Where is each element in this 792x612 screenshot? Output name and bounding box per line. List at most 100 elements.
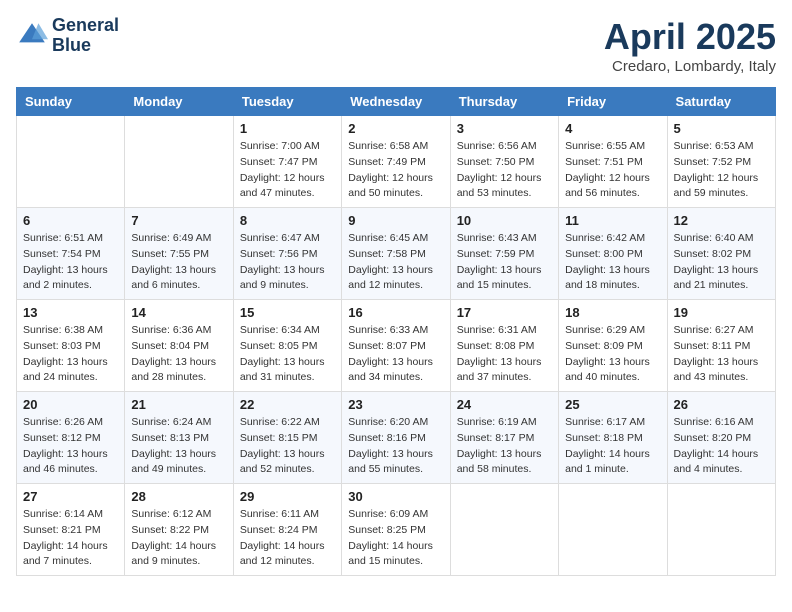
calendar-week-row: 6 Sunrise: 6:51 AM Sunset: 7:54 PM Dayli…: [17, 208, 776, 300]
day-number: 18: [565, 305, 660, 320]
calendar-cell: 19 Sunrise: 6:27 AM Sunset: 8:11 PM Dayl…: [667, 300, 775, 392]
day-info: Sunrise: 6:19 AM Sunset: 8:17 PM Dayligh…: [457, 415, 552, 478]
sunset-text: Sunset: 7:51 PM: [565, 156, 643, 168]
sunset-text: Sunset: 8:08 PM: [457, 340, 535, 352]
day-info: Sunrise: 6:16 AM Sunset: 8:20 PM Dayligh…: [674, 415, 769, 478]
daylight-text: Daylight: 14 hours and 4 minutes.: [674, 448, 759, 476]
day-info: Sunrise: 6:11 AM Sunset: 8:24 PM Dayligh…: [240, 507, 335, 570]
sunrise-text: Sunrise: 7:00 AM: [240, 140, 320, 152]
sunrise-text: Sunrise: 6:51 AM: [23, 232, 103, 244]
sunrise-text: Sunrise: 6:14 AM: [23, 508, 103, 520]
daylight-text: Daylight: 13 hours and 31 minutes.: [240, 356, 325, 384]
weekday-header: Tuesday: [233, 88, 341, 116]
day-number: 3: [457, 121, 552, 136]
daylight-text: Daylight: 13 hours and 21 minutes.: [674, 264, 759, 292]
daylight-text: Daylight: 13 hours and 46 minutes.: [23, 448, 108, 476]
calendar-cell: 6 Sunrise: 6:51 AM Sunset: 7:54 PM Dayli…: [17, 208, 125, 300]
weekday-header-row: SundayMondayTuesdayWednesdayThursdayFrid…: [17, 88, 776, 116]
day-info: Sunrise: 6:40 AM Sunset: 8:02 PM Dayligh…: [674, 231, 769, 294]
day-number: 10: [457, 213, 552, 228]
sunrise-text: Sunrise: 6:38 AM: [23, 324, 103, 336]
sunrise-text: Sunrise: 6:56 AM: [457, 140, 537, 152]
day-info: Sunrise: 6:26 AM Sunset: 8:12 PM Dayligh…: [23, 415, 118, 478]
day-number: 19: [674, 305, 769, 320]
day-number: 22: [240, 397, 335, 412]
daylight-text: Daylight: 13 hours and 6 minutes.: [131, 264, 216, 292]
day-info: Sunrise: 6:56 AM Sunset: 7:50 PM Dayligh…: [457, 139, 552, 202]
day-info: Sunrise: 6:31 AM Sunset: 8:08 PM Dayligh…: [457, 323, 552, 386]
sunrise-text: Sunrise: 6:22 AM: [240, 416, 320, 428]
calendar-cell: [125, 116, 233, 208]
daylight-text: Daylight: 14 hours and 1 minute.: [565, 448, 650, 476]
calendar-cell: 12 Sunrise: 6:40 AM Sunset: 8:02 PM Dayl…: [667, 208, 775, 300]
sunset-text: Sunset: 8:16 PM: [348, 432, 426, 444]
sunrise-text: Sunrise: 6:31 AM: [457, 324, 537, 336]
sunrise-text: Sunrise: 6:53 AM: [674, 140, 754, 152]
calendar-cell: [559, 484, 667, 576]
sunset-text: Sunset: 7:47 PM: [240, 156, 318, 168]
calendar-cell: 13 Sunrise: 6:38 AM Sunset: 8:03 PM Dayl…: [17, 300, 125, 392]
weekday-header: Wednesday: [342, 88, 450, 116]
calendar-table: SundayMondayTuesdayWednesdayThursdayFrid…: [16, 87, 776, 576]
calendar-cell: 21 Sunrise: 6:24 AM Sunset: 8:13 PM Dayl…: [125, 392, 233, 484]
day-number: 30: [348, 489, 443, 504]
daylight-text: Daylight: 13 hours and 37 minutes.: [457, 356, 542, 384]
sunrise-text: Sunrise: 6:20 AM: [348, 416, 428, 428]
sunrise-text: Sunrise: 6:42 AM: [565, 232, 645, 244]
day-number: 6: [23, 213, 118, 228]
logo-icon: [16, 20, 48, 52]
calendar-cell: [17, 116, 125, 208]
day-info: Sunrise: 6:42 AM Sunset: 8:00 PM Dayligh…: [565, 231, 660, 294]
sunset-text: Sunset: 8:12 PM: [23, 432, 101, 444]
sunset-text: Sunset: 8:00 PM: [565, 248, 643, 260]
calendar-cell: 10 Sunrise: 6:43 AM Sunset: 7:59 PM Dayl…: [450, 208, 558, 300]
daylight-text: Daylight: 12 hours and 53 minutes.: [457, 172, 542, 200]
month-title: April 2025: [604, 16, 776, 58]
calendar-cell: 25 Sunrise: 6:17 AM Sunset: 8:18 PM Dayl…: [559, 392, 667, 484]
day-info: Sunrise: 6:53 AM Sunset: 7:52 PM Dayligh…: [674, 139, 769, 202]
weekday-header: Monday: [125, 88, 233, 116]
daylight-text: Daylight: 13 hours and 15 minutes.: [457, 264, 542, 292]
sunset-text: Sunset: 8:17 PM: [457, 432, 535, 444]
day-info: Sunrise: 6:45 AM Sunset: 7:58 PM Dayligh…: [348, 231, 443, 294]
sunset-text: Sunset: 8:05 PM: [240, 340, 318, 352]
calendar-cell: 20 Sunrise: 6:26 AM Sunset: 8:12 PM Dayl…: [17, 392, 125, 484]
sunset-text: Sunset: 8:20 PM: [674, 432, 752, 444]
daylight-text: Daylight: 12 hours and 47 minutes.: [240, 172, 325, 200]
day-number: 11: [565, 213, 660, 228]
daylight-text: Daylight: 13 hours and 9 minutes.: [240, 264, 325, 292]
day-info: Sunrise: 6:24 AM Sunset: 8:13 PM Dayligh…: [131, 415, 226, 478]
day-number: 7: [131, 213, 226, 228]
daylight-text: Daylight: 13 hours and 18 minutes.: [565, 264, 650, 292]
sunrise-text: Sunrise: 6:40 AM: [674, 232, 754, 244]
day-number: 4: [565, 121, 660, 136]
daylight-text: Daylight: 13 hours and 43 minutes.: [674, 356, 759, 384]
daylight-text: Daylight: 12 hours and 56 minutes.: [565, 172, 650, 200]
day-number: 8: [240, 213, 335, 228]
sunrise-text: Sunrise: 6:09 AM: [348, 508, 428, 520]
sunrise-text: Sunrise: 6:26 AM: [23, 416, 103, 428]
calendar-cell: 14 Sunrise: 6:36 AM Sunset: 8:04 PM Dayl…: [125, 300, 233, 392]
location: Credaro, Lombardy, Italy: [604, 58, 776, 75]
calendar-cell: 1 Sunrise: 7:00 AM Sunset: 7:47 PM Dayli…: [233, 116, 341, 208]
daylight-text: Daylight: 13 hours and 55 minutes.: [348, 448, 433, 476]
daylight-text: Daylight: 13 hours and 34 minutes.: [348, 356, 433, 384]
sunset-text: Sunset: 8:02 PM: [674, 248, 752, 260]
sunset-text: Sunset: 8:15 PM: [240, 432, 318, 444]
calendar-cell: 23 Sunrise: 6:20 AM Sunset: 8:16 PM Dayl…: [342, 392, 450, 484]
sunrise-text: Sunrise: 6:19 AM: [457, 416, 537, 428]
sunrise-text: Sunrise: 6:27 AM: [674, 324, 754, 336]
day-number: 27: [23, 489, 118, 504]
sunset-text: Sunset: 7:54 PM: [23, 248, 101, 260]
day-number: 2: [348, 121, 443, 136]
calendar-cell: 27 Sunrise: 6:14 AM Sunset: 8:21 PM Dayl…: [17, 484, 125, 576]
sunset-text: Sunset: 8:03 PM: [23, 340, 101, 352]
sunset-text: Sunset: 8:25 PM: [348, 524, 426, 536]
day-info: Sunrise: 6:38 AM Sunset: 8:03 PM Dayligh…: [23, 323, 118, 386]
day-number: 1: [240, 121, 335, 136]
calendar-cell: 15 Sunrise: 6:34 AM Sunset: 8:05 PM Dayl…: [233, 300, 341, 392]
daylight-text: Daylight: 13 hours and 49 minutes.: [131, 448, 216, 476]
day-info: Sunrise: 6:58 AM Sunset: 7:49 PM Dayligh…: [348, 139, 443, 202]
sunset-text: Sunset: 7:52 PM: [674, 156, 752, 168]
day-number: 28: [131, 489, 226, 504]
